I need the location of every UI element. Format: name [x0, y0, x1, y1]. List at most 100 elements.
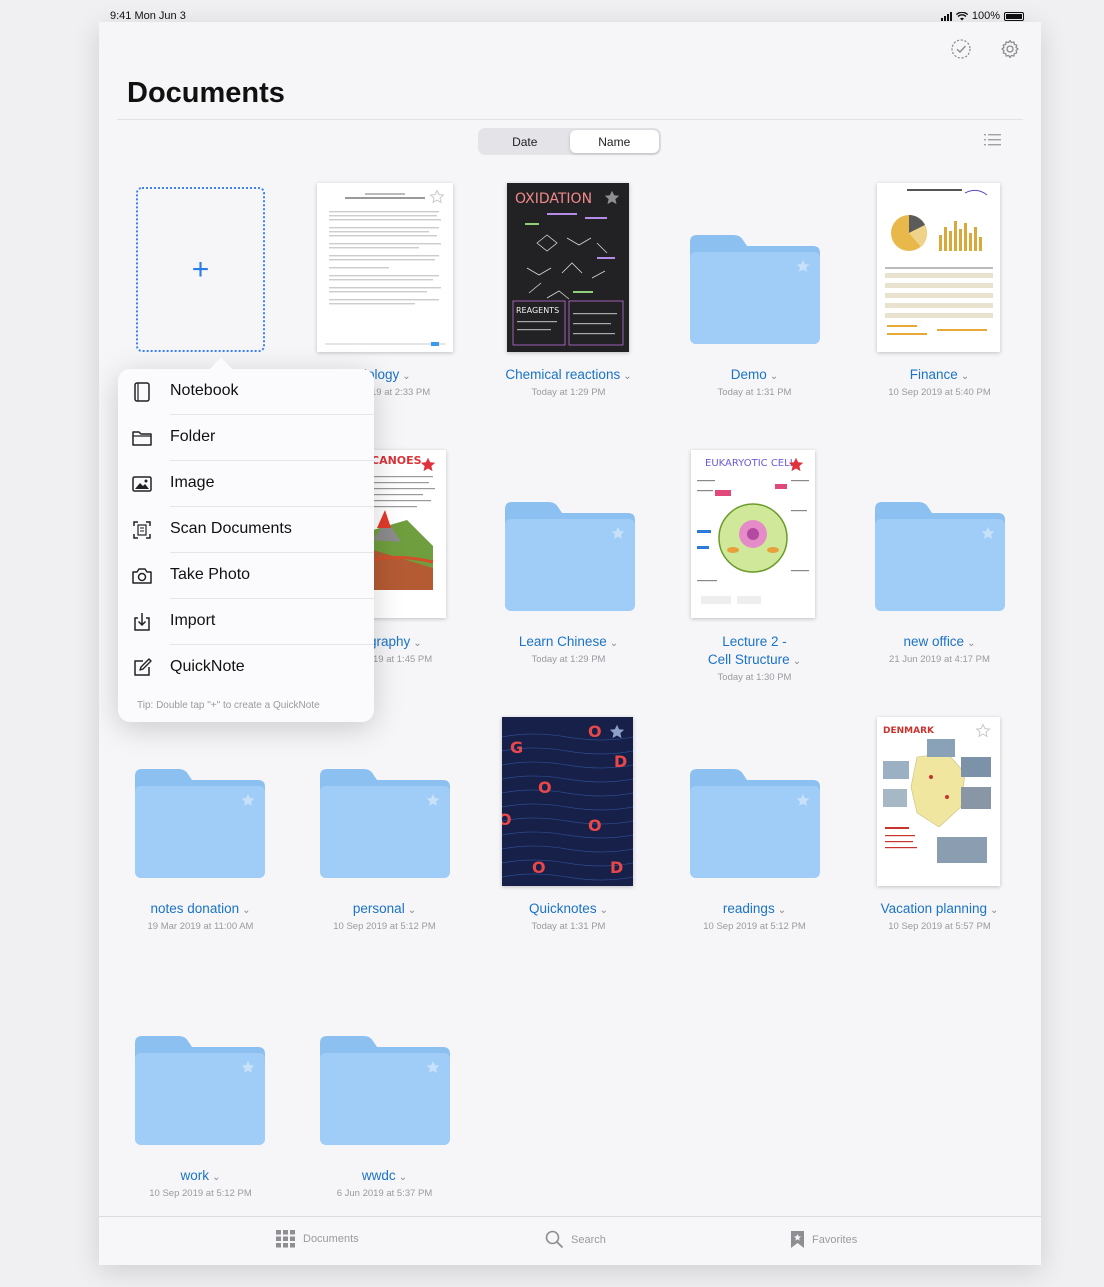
menu-item-notebook[interactable]: Notebook [118, 369, 374, 415]
chevron-down-icon[interactable]: ⌄ [413, 638, 421, 649]
quicknote-icon [134, 658, 152, 676]
document-thumbnail[interactable]: OXIDATION REAGENTS [507, 183, 629, 352]
menu-item-import[interactable]: Import [118, 599, 374, 645]
document-preview [885, 189, 993, 335]
document-date: Today at 1:31 PM [531, 921, 606, 932]
document-thumbnail[interactable]: EUKARYOTIC CELL [691, 450, 815, 618]
tab-documents[interactable]: Documents [276, 1230, 359, 1248]
star-icon[interactable] [603, 189, 621, 207]
chevron-down-icon[interactable]: ⌄ [242, 905, 250, 916]
document-name[interactable]: new office [904, 634, 965, 649]
chevron-down-icon[interactable]: ⌄ [967, 638, 975, 649]
document-name[interactable]: Quicknotes [529, 901, 597, 916]
chevron-down-icon[interactable]: ⌄ [961, 371, 969, 382]
battery-icon [1004, 11, 1024, 21]
document-name[interactable]: wwdc [362, 1168, 396, 1183]
sort-segmented-control[interactable]: Date Name [478, 128, 661, 155]
gear-icon[interactable] [999, 38, 1021, 60]
svg-text:D: D [610, 858, 623, 877]
sort-name-option[interactable]: Name [569, 130, 659, 153]
menu-item-take-photo[interactable]: Take Photo [118, 553, 374, 599]
folder-icon[interactable] [135, 1035, 265, 1145]
svg-text:D: D [614, 752, 627, 771]
menu-item-label: Notebook [170, 382, 239, 399]
folder-icon[interactable] [320, 768, 450, 878]
document-name[interactable]: Lecture 2 - [722, 634, 787, 649]
document-name[interactable]: notes donation [151, 901, 240, 916]
menu-item-image[interactable]: Image [118, 461, 374, 507]
app-window: Documents Date Name + iology ⌄ 19 at 2:3… [99, 22, 1041, 1265]
star-icon[interactable] [975, 723, 991, 739]
document-name[interactable]: Demo [731, 367, 767, 382]
chevron-down-icon[interactable]: ⌄ [212, 1172, 220, 1183]
svg-text:G: G [510, 738, 523, 757]
chevron-down-icon[interactable]: ⌄ [990, 905, 998, 916]
chevron-down-icon[interactable]: ⌄ [600, 905, 608, 916]
signal-icon [940, 11, 952, 21]
document-thumbnail[interactable] [317, 183, 453, 352]
chevron-down-icon[interactable]: ⌄ [610, 638, 618, 649]
chevron-down-icon[interactable]: ⌄ [770, 371, 778, 382]
menu-item-quicknote[interactable]: QuickNote [118, 645, 374, 691]
document-name[interactable]: Finance [910, 367, 958, 382]
document-thumbnail[interactable] [877, 183, 1000, 352]
tab-label: Favorites [812, 1233, 858, 1246]
menu-item-scan-documents[interactable]: Scan Documents [118, 507, 374, 553]
document-name[interactable]: graphy [369, 634, 410, 649]
folder-icon[interactable] [320, 1035, 450, 1145]
document-name[interactable]: Cell Structure [708, 652, 790, 667]
select-check-icon[interactable] [950, 38, 972, 60]
camera-icon [132, 568, 152, 584]
document-date: 6 Jun 2019 at 5:37 PM [336, 1188, 433, 1199]
chevron-down-icon[interactable]: ⌄ [793, 656, 801, 667]
wifi-icon [955, 11, 968, 20]
list-view-icon[interactable] [983, 132, 1003, 148]
folder-icon[interactable] [690, 768, 820, 878]
create-menu-popover: Notebook Folder Image Scan Documents Tak… [118, 357, 374, 722]
chevron-down-icon[interactable]: ⌄ [623, 371, 631, 382]
menu-item-folder[interactable]: Folder [118, 415, 374, 461]
star-icon[interactable] [419, 456, 437, 474]
new-document-button[interactable]: + [136, 187, 265, 352]
document-caption: personal ⌄ 10 Sep 2019 at 5:12 PM [292, 900, 477, 933]
document-caption: Finance ⌄ 10 Sep 2019 at 5:40 PM [847, 366, 1032, 399]
star-icon[interactable] [429, 189, 445, 205]
svg-text:O: O [588, 722, 602, 741]
document-name[interactable]: Chemical reactions [505, 367, 620, 382]
bookmark-star-icon [791, 1231, 804, 1248]
import-icon [134, 613, 150, 631]
document-thumbnail[interactable]: GOD OOO OD [502, 717, 633, 886]
document-caption: Lecture 2 - Cell Structure ⌄ Today at 1:3… [662, 633, 847, 684]
svg-text:O: O [588, 816, 602, 835]
star-icon[interactable] [787, 456, 805, 474]
chevron-down-icon[interactable]: ⌄ [408, 905, 416, 916]
tab-label: Documents [303, 1233, 359, 1245]
document-name[interactable]: Learn Chinese [519, 634, 607, 649]
tab-search[interactable]: Search [545, 1230, 606, 1249]
notebook-icon [134, 382, 150, 402]
sort-date-option[interactable]: Date [480, 130, 570, 153]
thumb-label: REAGENTS [516, 306, 559, 315]
star-icon[interactable] [608, 723, 626, 741]
chevron-down-icon[interactable]: ⌄ [402, 371, 410, 382]
document-name[interactable]: work [181, 1168, 210, 1183]
tab-bar: Documents Search Favorites [99, 1216, 1041, 1265]
image-icon [132, 476, 152, 492]
folder-icon[interactable] [135, 768, 265, 878]
document-thumbnail[interactable]: DENMARK [877, 717, 1000, 886]
folder-icon[interactable] [690, 234, 820, 344]
document-name[interactable]: Vacation planning [881, 901, 987, 916]
plus-icon: + [191, 252, 210, 286]
tab-favorites[interactable]: Favorites [790, 1230, 857, 1249]
document-date: 10 Sep 2019 at 5:12 PM [703, 921, 806, 932]
menu-item-label: QuickNote [170, 658, 245, 675]
folder-icon[interactable] [505, 501, 635, 611]
chevron-down-icon[interactable]: ⌄ [778, 905, 786, 916]
document-name[interactable]: readings [723, 901, 775, 916]
folder-icon[interactable] [875, 501, 1005, 611]
document-name[interactable]: personal [353, 901, 405, 916]
status-time: 9:41 Mon Jun 3 [110, 10, 186, 22]
document-date: Today at 1:30 PM [717, 672, 792, 683]
thumb-title: OXIDATION [515, 191, 592, 207]
chevron-down-icon[interactable]: ⌄ [399, 1172, 407, 1183]
